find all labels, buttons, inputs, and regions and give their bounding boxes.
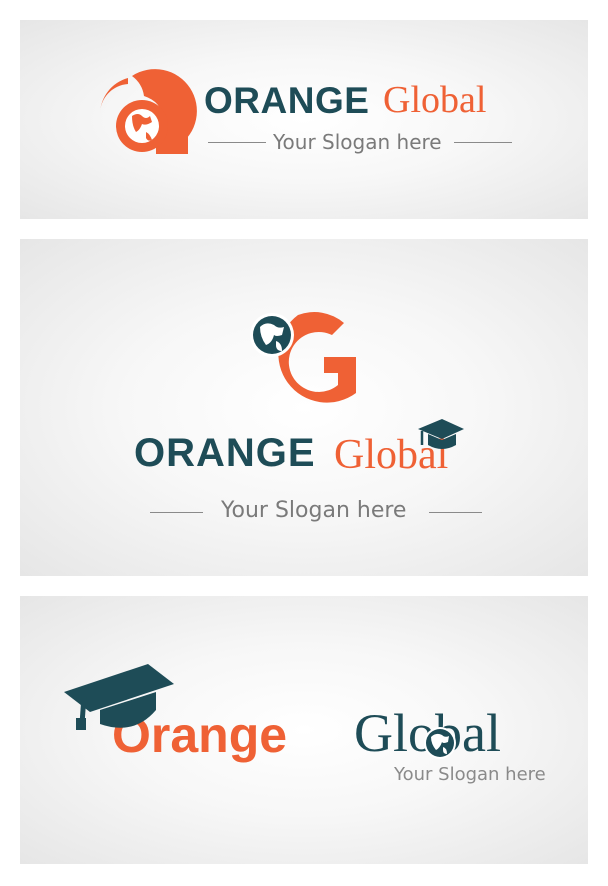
slogan: Your Slogan here	[394, 764, 546, 785]
g-globe-icon	[250, 312, 356, 403]
slogan-rule-right	[454, 142, 512, 143]
globe-icon	[424, 727, 456, 759]
g-globe-icon	[99, 69, 197, 154]
logo-panel-2: ORANGE Global Your Slogan here	[20, 239, 588, 576]
logo-panel-3: Orange Global Your Slogan here	[20, 596, 588, 864]
slogan-rule-left	[150, 512, 203, 513]
graduation-cap-icon	[64, 664, 174, 730]
graduation-cap-icon	[418, 419, 464, 449]
slogan-rule-right	[429, 512, 482, 513]
slogan-rule-left	[208, 142, 266, 143]
slogan: Your Slogan here	[221, 498, 407, 523]
logo-panel-1: ORANGE Global Your Slogan here	[20, 20, 588, 219]
brand-word-2: Global	[383, 79, 487, 121]
slogan: Your Slogan here	[273, 130, 442, 154]
brand-word-1: ORANGE	[204, 80, 370, 121]
brand-word-1: ORANGE	[134, 431, 316, 475]
